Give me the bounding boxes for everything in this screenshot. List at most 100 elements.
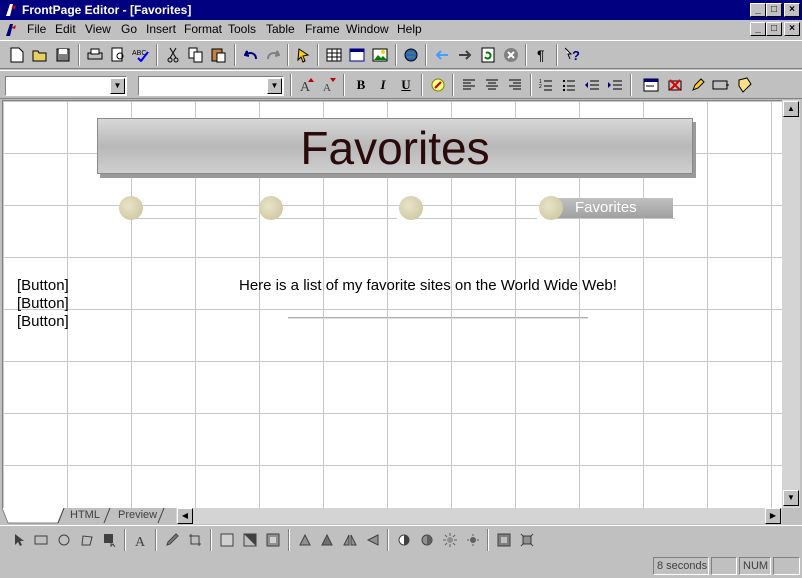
more-brightness-icon[interactable] [439, 529, 461, 551]
stop-icon[interactable] [500, 44, 522, 66]
select-pointer-icon[interactable] [8, 529, 30, 551]
menu-edit[interactable]: Edit [55, 22, 76, 36]
increase-font-size-icon[interactable]: A [296, 74, 318, 96]
hyperlink-icon[interactable] [400, 44, 422, 66]
nav-bullet-icon[interactable] [259, 196, 283, 220]
less-contrast-icon[interactable] [416, 529, 438, 551]
menu-go[interactable]: Go [121, 22, 137, 36]
spelling-icon[interactable]: ABC [130, 44, 152, 66]
nav-bullet-icon[interactable] [399, 196, 423, 220]
crop-icon[interactable] [184, 529, 206, 551]
intro-text[interactable]: Here is a list of my favorite sites on t… [239, 277, 617, 294]
menu-table[interactable]: Table [266, 22, 295, 36]
image-field-icon[interactable] [733, 74, 755, 96]
scroll-down-icon[interactable]: ▼ [783, 490, 799, 506]
text-tool-icon[interactable]: A [130, 529, 152, 551]
underline-button[interactable]: U [395, 74, 417, 96]
decrease-font-size-icon[interactable]: A [318, 74, 340, 96]
print-icon[interactable] [84, 44, 106, 66]
black-and-white-icon[interactable] [239, 529, 261, 551]
close-button[interactable]: × [784, 3, 800, 17]
insert-image-icon[interactable] [369, 44, 391, 66]
doc-restore-button[interactable]: □ [766, 22, 782, 36]
nav-button-placeholder[interactable]: [Button] [17, 295, 69, 312]
italic-button[interactable]: I [372, 74, 394, 96]
style-select[interactable]: ▼ [5, 76, 127, 96]
flip-vertical-icon[interactable] [362, 529, 384, 551]
document-icon[interactable] [3, 22, 19, 38]
doc-minimize-button[interactable]: _ [750, 22, 766, 36]
align-right-icon[interactable] [504, 74, 526, 96]
insert-table-icon[interactable] [323, 44, 345, 66]
menu-format[interactable]: Format [184, 22, 222, 36]
form-field-icon[interactable] [640, 74, 662, 96]
frontpage-app-icon[interactable] [3, 2, 19, 18]
maximize-button[interactable]: □ [766, 3, 782, 17]
bulleted-list-icon[interactable] [558, 74, 580, 96]
tab-html[interactable]: HTML [64, 508, 106, 524]
scroll-up-icon[interactable]: ▲ [783, 101, 799, 117]
nav-current-page[interactable]: Favorites [551, 198, 673, 218]
rotate-right-icon[interactable] [316, 529, 338, 551]
menu-view[interactable]: View [85, 22, 111, 36]
undo-icon[interactable] [240, 44, 262, 66]
tab-normal[interactable] [8, 508, 60, 524]
doc-close-button[interactable]: × [784, 22, 800, 36]
bold-button[interactable]: B [350, 74, 372, 96]
circle-hotspot-icon[interactable] [53, 529, 75, 551]
highlight-hotspots-icon[interactable] [99, 529, 121, 551]
refresh-icon[interactable] [477, 44, 499, 66]
cut-icon[interactable] [162, 44, 184, 66]
scroll-left-icon[interactable]: ◀ [177, 508, 193, 524]
more-contrast-icon[interactable] [393, 529, 415, 551]
menu-tools[interactable]: Tools [228, 22, 256, 36]
print-preview-icon[interactable] [107, 44, 129, 66]
push-button-icon[interactable] [710, 74, 732, 96]
rectangle-hotspot-icon[interactable] [30, 529, 52, 551]
increase-indent-icon[interactable] [604, 74, 626, 96]
horizontal-rule[interactable] [288, 317, 588, 319]
vertical-scrollbar[interactable]: ▲ ▼ [782, 100, 800, 508]
save-icon[interactable] [52, 44, 74, 66]
menu-window[interactable]: Window [346, 22, 389, 36]
bevel-icon[interactable] [493, 529, 515, 551]
make-transparent-icon[interactable] [161, 529, 183, 551]
nav-bullet-icon[interactable] [119, 196, 143, 220]
open-icon[interactable] [29, 44, 51, 66]
copy-icon[interactable] [185, 44, 207, 66]
help-icon[interactable]: ? [562, 44, 584, 66]
washout-icon[interactable] [216, 529, 238, 551]
text-color-icon[interactable] [427, 74, 449, 96]
pencil-icon[interactable] [687, 74, 709, 96]
rotate-left-icon[interactable] [294, 529, 316, 551]
chevron-down-icon[interactable]: ▼ [110, 78, 125, 94]
nav-button-placeholder[interactable]: [Button] [17, 277, 69, 294]
nav-bullet-icon[interactable] [539, 196, 563, 220]
restore-image-icon[interactable] [262, 529, 284, 551]
scroll-right-icon[interactable]: ▶ [765, 508, 781, 524]
align-center-icon[interactable] [481, 74, 503, 96]
paste-icon[interactable] [208, 44, 230, 66]
menu-frame[interactable]: Frame [305, 22, 340, 36]
less-brightness-icon[interactable] [462, 529, 484, 551]
decrease-indent-icon[interactable] [581, 74, 603, 96]
webbot-icon[interactable] [293, 44, 315, 66]
menu-file[interactable]: File [27, 22, 46, 36]
chevron-down-icon[interactable]: ▼ [267, 78, 282, 94]
minimize-button[interactable]: _ [750, 3, 766, 17]
align-left-icon[interactable] [458, 74, 480, 96]
menu-help[interactable]: Help [397, 22, 422, 36]
show-paragraph-icon[interactable]: ¶ [531, 44, 553, 66]
horizontal-scrollbar[interactable]: ◀ ▶ [176, 508, 782, 524]
font-select[interactable]: ▼ [138, 76, 284, 96]
flip-horizontal-icon[interactable] [339, 529, 361, 551]
new-icon[interactable] [6, 44, 28, 66]
resample-icon[interactable] [516, 529, 538, 551]
numbered-list-icon[interactable]: 12 [535, 74, 557, 96]
polygon-hotspot-icon[interactable] [76, 529, 98, 551]
redo-icon[interactable] [262, 44, 284, 66]
insert-frame-icon[interactable] [346, 44, 368, 66]
delete-form-icon[interactable] [664, 74, 686, 96]
back-arrow-icon[interactable] [431, 44, 453, 66]
forward-arrow-icon[interactable] [454, 44, 476, 66]
